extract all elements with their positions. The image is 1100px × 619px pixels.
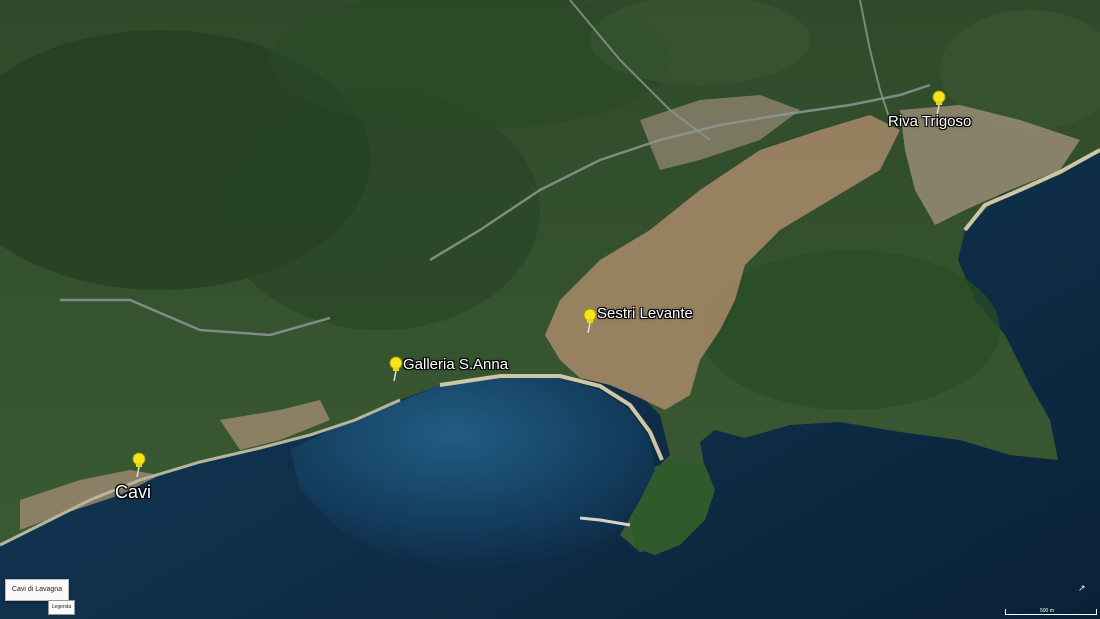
pin-label-sestri-levante[interactable]: Sestri Levante <box>597 305 693 322</box>
north-arrow-icon[interactable]: ↗ <box>1078 583 1094 597</box>
yellow-pushpin-icon[interactable] <box>129 452 149 478</box>
pin-label-galleria-s-anna[interactable]: Galleria S.Anna <box>403 356 508 373</box>
place-info-box[interactable]: Cavi di Lavagna <box>5 579 69 601</box>
scale-label: 500 m <box>1040 608 1054 614</box>
legend-button[interactable]: Legenda <box>48 600 75 615</box>
pin-label-riva-trigoso[interactable]: Riva Trigoso <box>888 113 971 130</box>
pin-label-cavi[interactable]: Cavi <box>115 482 151 503</box>
